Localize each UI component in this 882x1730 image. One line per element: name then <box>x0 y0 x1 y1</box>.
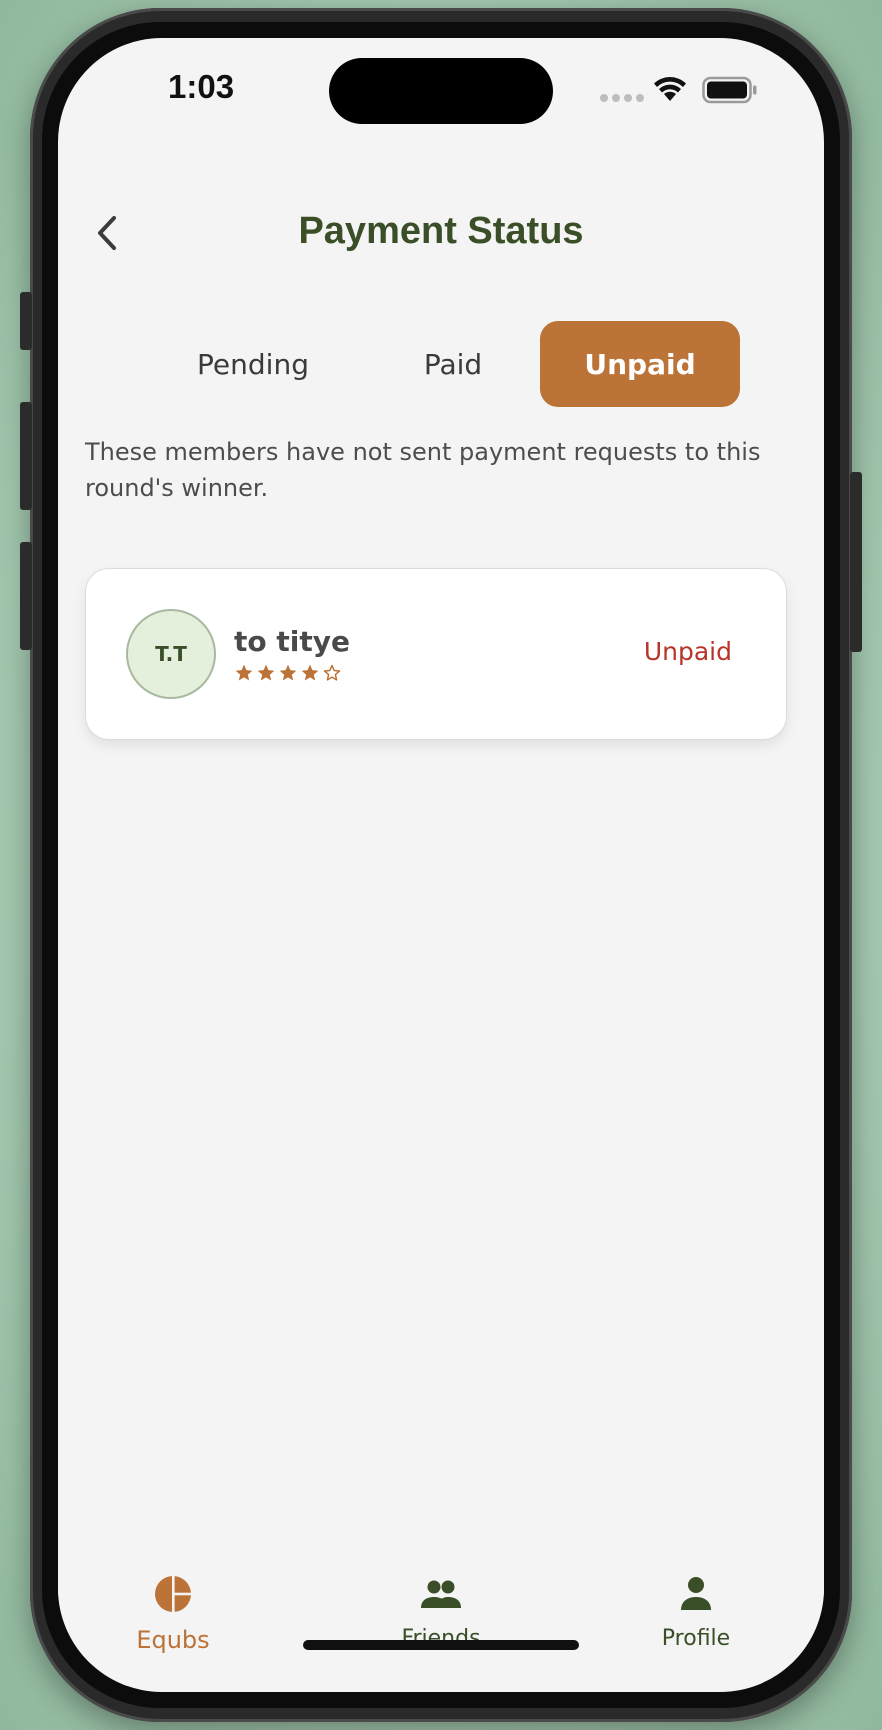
wifi-icon <box>654 77 686 101</box>
star-filled-icon <box>301 664 319 681</box>
section-description: These members have not sent payment requ… <box>85 438 761 502</box>
status-tabs: Pending Paid Unpaid <box>58 321 824 407</box>
nav-item-profile[interactable]: Profile <box>616 1574 776 1651</box>
tab-paid[interactable]: Paid <box>358 321 548 407</box>
screen: 1:03 Payment Status Pending Paid Unpaid … <box>58 38 824 1692</box>
battery-icon <box>702 76 757 104</box>
tab-pending[interactable]: Pending <box>158 321 348 407</box>
dynamic-island <box>329 58 553 124</box>
rating-stars <box>234 663 342 683</box>
people-icon <box>421 1580 461 1608</box>
nav-label-equbs: Equbs <box>136 1626 210 1654</box>
status-time: 1:03 <box>168 68 235 105</box>
star-outline-icon <box>323 664 341 681</box>
volume-up-button <box>20 402 32 510</box>
tab-unpaid[interactable]: Unpaid <box>540 321 740 407</box>
action-button <box>20 292 32 350</box>
member-name: to titye <box>234 625 350 658</box>
person-icon <box>681 1577 711 1610</box>
star-filled-icon <box>279 664 297 681</box>
power-button <box>850 472 862 652</box>
nav-label-profile: Profile <box>661 1626 731 1651</box>
star-filled-icon <box>257 664 275 681</box>
page-title: Payment Status <box>298 210 584 252</box>
payment-status-label: Unpaid <box>643 637 732 666</box>
avatar: T.T <box>126 609 216 699</box>
volume-down-button <box>20 542 32 650</box>
member-card[interactable]: T.T to titye Unpaid <box>85 568 787 740</box>
pie-chart-icon <box>155 1575 193 1613</box>
home-indicator <box>303 1640 579 1650</box>
cellular-signal-icon <box>600 94 644 102</box>
star-filled-icon <box>235 664 253 681</box>
nav-item-equbs[interactable]: Equbs <box>93 1574 253 1654</box>
